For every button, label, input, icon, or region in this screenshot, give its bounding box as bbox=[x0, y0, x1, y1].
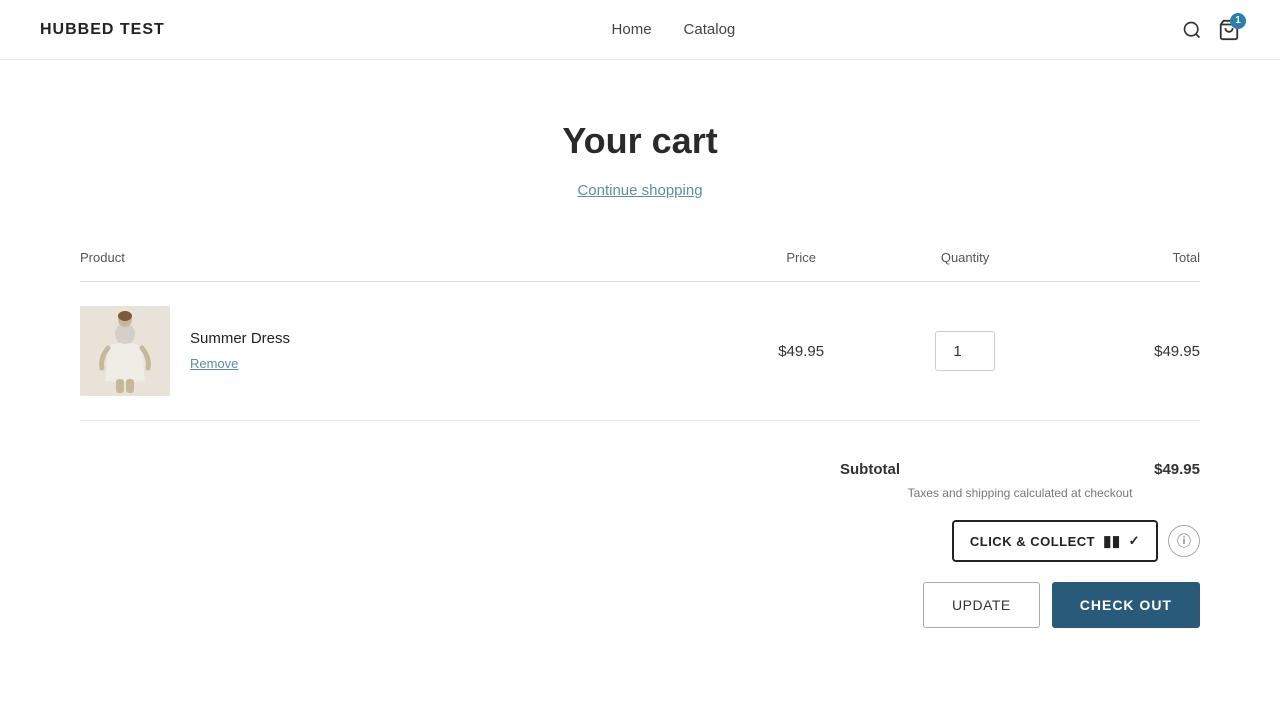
click-collect-row: CLICK & COLLECT ▮▮ ✓ ⓘ bbox=[840, 520, 1200, 562]
cart-button[interactable]: 1 bbox=[1218, 19, 1240, 41]
col-total: Total bbox=[1058, 240, 1200, 282]
subtotal-row: Subtotal $49.95 bbox=[840, 461, 1200, 478]
checkout-button[interactable]: CHECK OUT bbox=[1052, 582, 1200, 628]
quantity-input[interactable] bbox=[935, 331, 995, 371]
taxes-note: Taxes and shipping calculated at checkou… bbox=[840, 486, 1200, 500]
cart-footer: Subtotal $49.95 Taxes and shipping calcu… bbox=[80, 461, 1200, 628]
col-quantity: Quantity bbox=[872, 240, 1058, 282]
product-name: Summer Dress bbox=[190, 330, 290, 347]
subtotal-value: $49.95 bbox=[1154, 461, 1200, 478]
search-icon bbox=[1182, 20, 1202, 40]
checkmark-icon: ✓ bbox=[1129, 533, 1140, 549]
info-button[interactable]: ⓘ bbox=[1168, 525, 1200, 557]
nav-catalog[interactable]: Catalog bbox=[684, 21, 736, 38]
update-button[interactable]: UPDATE bbox=[923, 582, 1040, 628]
cart-actions: UPDATE CHECK OUT bbox=[840, 582, 1200, 628]
click-collect-button[interactable]: CLICK & COLLECT ▮▮ ✓ bbox=[952, 520, 1158, 562]
remove-link[interactable]: Remove bbox=[190, 356, 238, 371]
header-actions: 1 bbox=[1182, 19, 1240, 41]
product-total: $49.95 bbox=[1058, 282, 1200, 421]
product-price: $49.95 bbox=[730, 282, 872, 421]
continue-shopping-container: Continue shopping bbox=[80, 182, 1200, 200]
main-nav: Home Catalog bbox=[612, 21, 736, 38]
product-remove: Remove bbox=[190, 355, 290, 373]
cart-summary: Subtotal $49.95 Taxes and shipping calcu… bbox=[840, 461, 1200, 628]
search-button[interactable] bbox=[1182, 20, 1202, 40]
click-collect-label: CLICK & COLLECT bbox=[970, 534, 1095, 549]
cart-badge: 1 bbox=[1230, 13, 1246, 29]
site-logo: HUBBED TEST bbox=[40, 21, 165, 39]
product-image bbox=[80, 306, 170, 396]
col-price: Price bbox=[730, 240, 872, 282]
info-icon: ⓘ bbox=[1177, 531, 1191, 551]
nav-home[interactable]: Home bbox=[612, 21, 652, 38]
continue-shopping-link[interactable]: Continue shopping bbox=[577, 182, 702, 199]
page-title: Your cart bbox=[80, 120, 1200, 162]
product-cell: Summer Dress Remove bbox=[80, 306, 730, 396]
cart-table: Product Price Quantity Total bbox=[80, 240, 1200, 421]
col-product: Product bbox=[80, 240, 730, 282]
table-row: Summer Dress Remove $49.95 $49.95 bbox=[80, 282, 1200, 421]
product-quantity-cell bbox=[872, 282, 1058, 421]
main-content: Your cart Continue shopping Product Pric… bbox=[40, 60, 1240, 668]
site-header: HUBBED TEST Home Catalog 1 bbox=[0, 0, 1280, 60]
bb-logo-icon: ▮▮ bbox=[1103, 532, 1121, 550]
subtotal-label: Subtotal bbox=[840, 461, 900, 478]
